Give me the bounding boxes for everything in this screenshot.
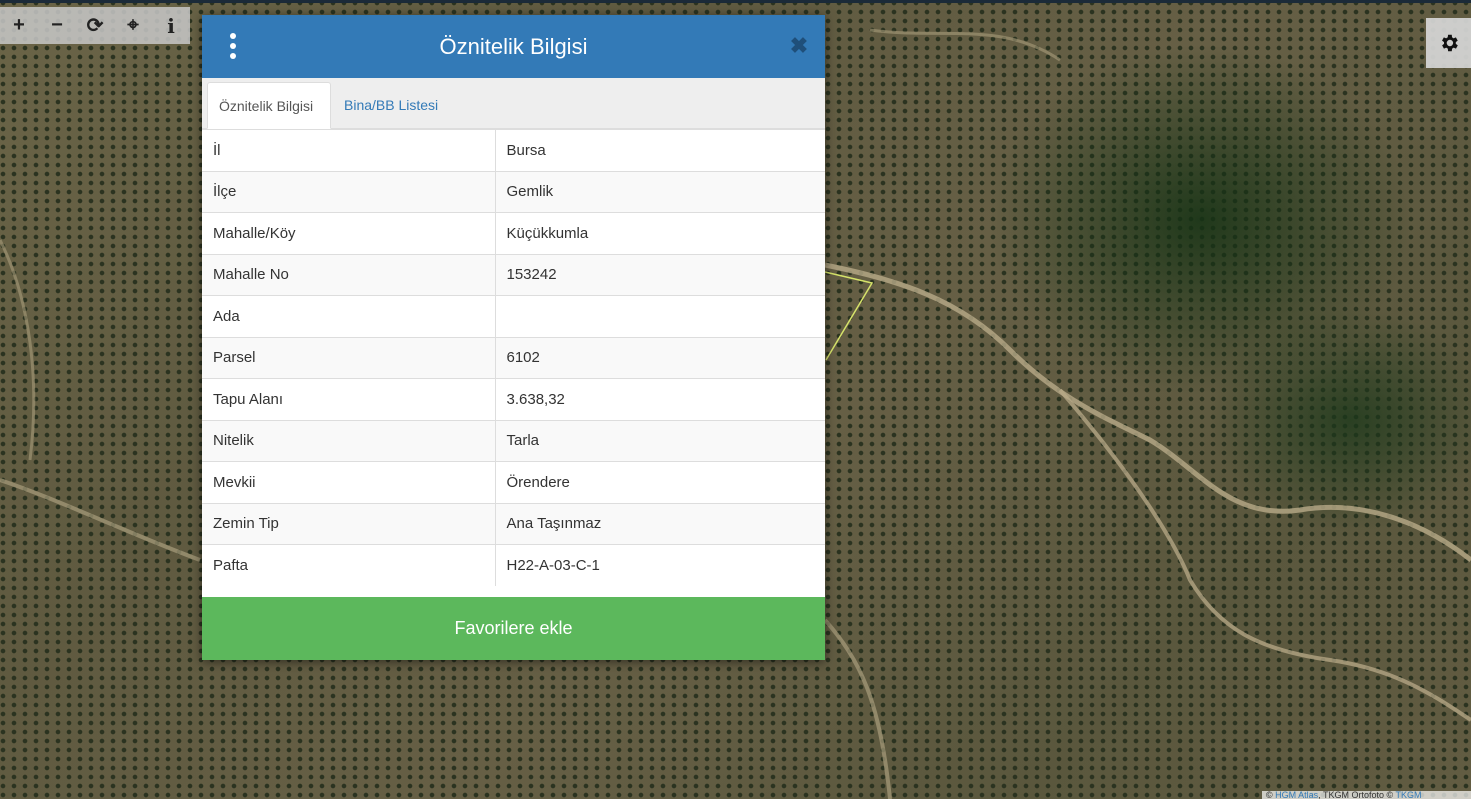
minus-icon: − bbox=[51, 14, 63, 36]
attribution-link-tkgm[interactable]: TKGM bbox=[1396, 791, 1422, 799]
attribute-info-dialog: Öznitelik Bilgisi ✖ Öznitelik Bilgisi Bi… bbox=[202, 15, 825, 660]
attribute-value: Tarla bbox=[495, 419, 825, 462]
table-row: Zemin Tip Ana Taşınmaz bbox=[202, 502, 825, 545]
attribute-value: Bursa bbox=[495, 129, 825, 171]
dialog-title: Öznitelik Bilgisi bbox=[439, 34, 588, 59]
settings-button[interactable] bbox=[1426, 18, 1471, 68]
attribute-value: 3.638,32 bbox=[495, 378, 825, 420]
map-toolbar: + − ⟳ ⌖ i bbox=[0, 7, 190, 44]
attribution-prefix: © bbox=[1266, 791, 1273, 799]
table-row: Ada bbox=[202, 295, 825, 337]
info-icon: i bbox=[167, 13, 175, 38]
table-row: İl Bursa bbox=[202, 129, 825, 171]
locate-button[interactable]: ⌖ bbox=[114, 7, 152, 44]
crosshair-icon: ⌖ bbox=[127, 14, 139, 36]
gear-icon bbox=[1441, 34, 1458, 52]
plus-icon: + bbox=[13, 14, 25, 36]
map-attribution: © HGM Atlas, TKGM Ortofoto © TKGM bbox=[1262, 791, 1471, 799]
attribute-value: 6102 bbox=[495, 336, 825, 379]
attribute-key: Nitelik bbox=[202, 419, 496, 462]
attribute-key: İl bbox=[202, 129, 496, 171]
zoom-out-button[interactable]: − bbox=[38, 7, 76, 44]
attribute-value: Ana Taşınmaz bbox=[495, 502, 825, 545]
refresh-icon: ⟳ bbox=[86, 15, 104, 37]
refresh-button[interactable]: ⟳ bbox=[76, 7, 114, 44]
table-row: Pafta H22-A-03-C-1 bbox=[202, 544, 825, 586]
tab-attribute-info[interactable]: Öznitelik Bilgisi bbox=[207, 82, 331, 129]
attribution-mid: , TKGM Ortofoto © bbox=[1318, 791, 1394, 799]
dialog-tabs: Öznitelik Bilgisi Bina/BB Listesi bbox=[202, 78, 825, 129]
attribute-key: Mevkii bbox=[202, 461, 496, 503]
attribute-key: Mahalle/Köy bbox=[202, 212, 496, 254]
attribution-link-hgm[interactable]: HGM Atlas bbox=[1275, 791, 1318, 799]
tab-building-list[interactable]: Bina/BB Listesi bbox=[333, 82, 449, 129]
table-row: Parsel 6102 bbox=[202, 336, 825, 379]
table-row: Mahalle/Köy Küçükkumla bbox=[202, 212, 825, 254]
table-row: İlçe Gemlik bbox=[202, 170, 825, 213]
attribute-value: Örendere bbox=[495, 461, 825, 503]
table-row: Mevkii Örendere bbox=[202, 461, 825, 503]
table-row: Nitelik Tarla bbox=[202, 419, 825, 462]
attribute-table: İl Bursa İlçe Gemlik Mahalle/Köy Küçükkumla Ma… bbox=[202, 129, 825, 586]
attribute-key: Parsel bbox=[202, 336, 496, 379]
table-row: Tapu Alanı 3.638,32 bbox=[202, 378, 825, 420]
zoom-in-button[interactable]: + bbox=[0, 7, 38, 44]
dialog-header: Öznitelik Bilgisi ✖ bbox=[202, 15, 825, 78]
attribute-key: Pafta bbox=[202, 544, 496, 586]
close-icon[interactable]: ✖ bbox=[789, 35, 809, 57]
attribute-value: 153242 bbox=[495, 253, 825, 296]
info-button[interactable]: i bbox=[152, 7, 190, 44]
table-row: Mahalle No 153242 bbox=[202, 253, 825, 296]
attribute-value: Küçükkumla bbox=[495, 212, 825, 254]
attribute-key: Mahalle No bbox=[202, 253, 496, 296]
attribute-key: Tapu Alanı bbox=[202, 378, 496, 420]
attribute-key: Ada bbox=[202, 295, 496, 337]
parcel-outline bbox=[824, 271, 874, 361]
attribute-value: H22-A-03-C-1 bbox=[495, 544, 825, 586]
attribute-key: İlçe bbox=[202, 170, 496, 213]
attribute-value bbox=[495, 295, 825, 337]
add-favorite-button[interactable]: Favorilere ekle bbox=[202, 597, 825, 660]
attribute-key: Zemin Tip bbox=[202, 502, 496, 545]
attribute-value: Gemlik bbox=[495, 170, 825, 213]
top-border bbox=[0, 0, 1471, 3]
